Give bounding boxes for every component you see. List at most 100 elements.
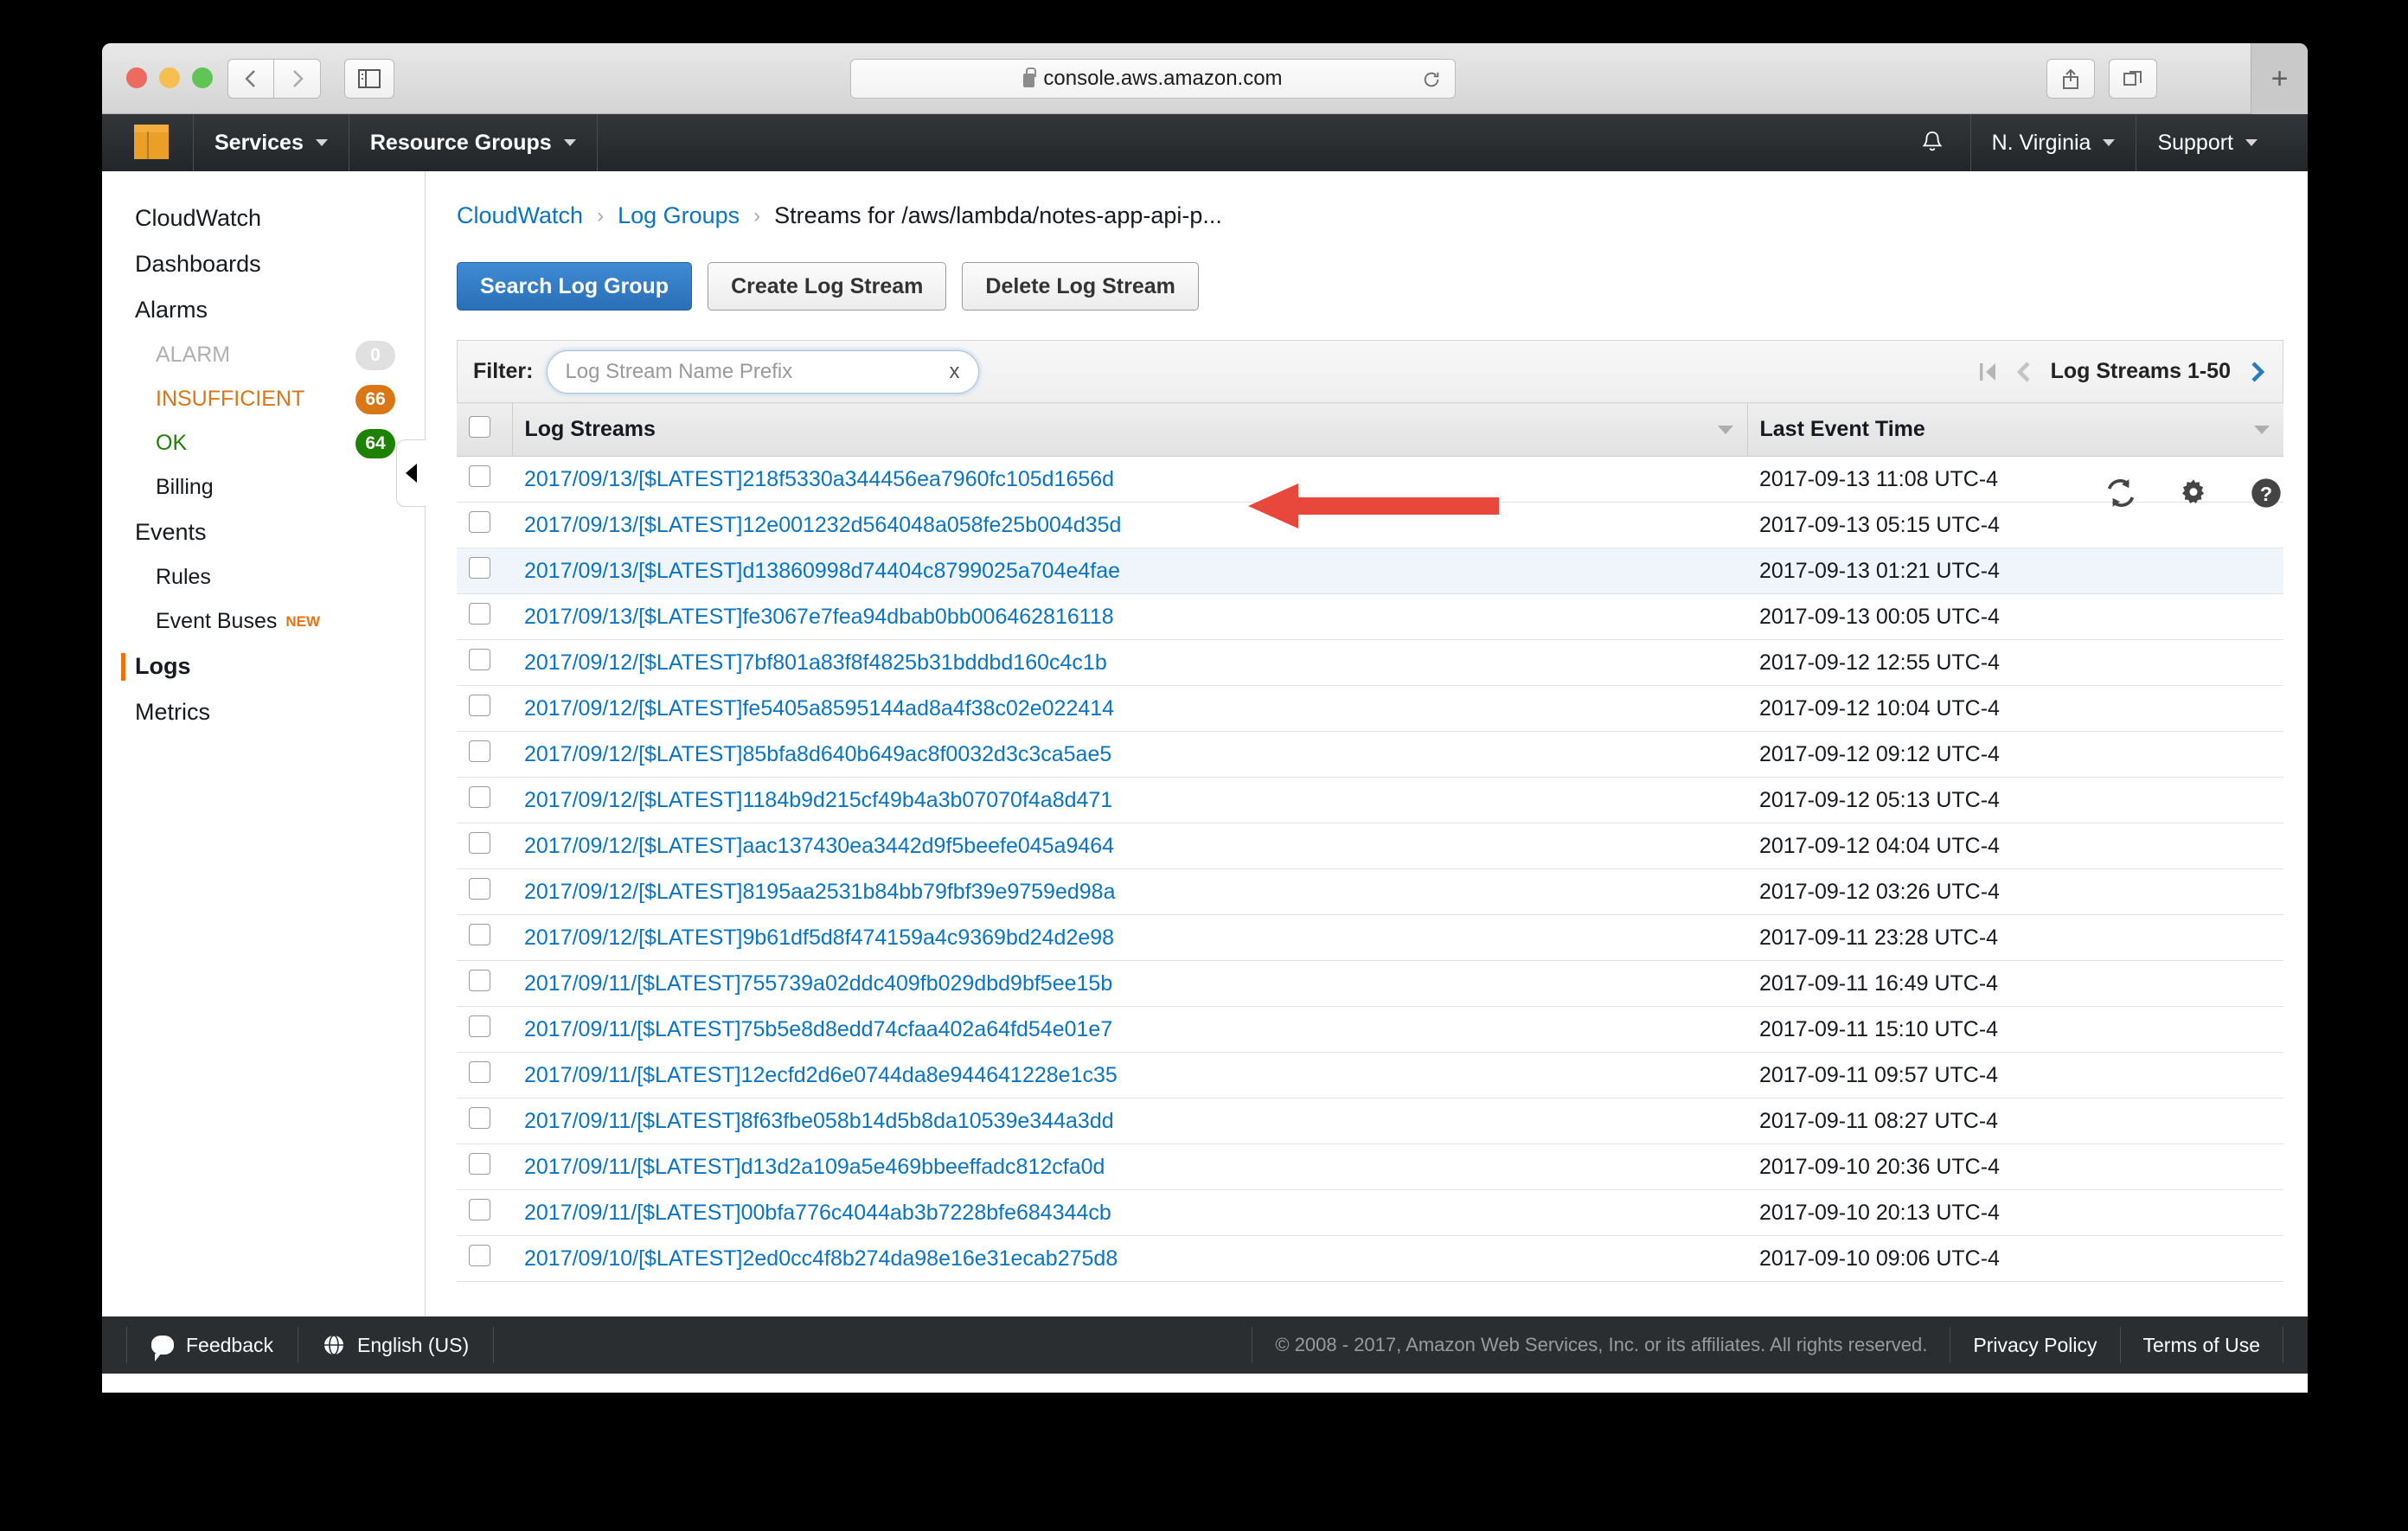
terms-of-use-link[interactable]: Terms of Use [2119, 1327, 2283, 1363]
column-header-last-event-time[interactable]: Last Event Time [1746, 402, 2283, 457]
aws-cube-logo[interactable] [134, 125, 170, 161]
sidebar-item-ok[interactable]: OK 64 [102, 421, 425, 465]
sidebar-item-insufficient[interactable]: INSUFFICIENT 66 [102, 377, 425, 421]
search-log-group-button[interactable]: Search Log Group [457, 262, 693, 311]
log-stream-link[interactable]: 2017/09/13/[$LATEST]fe3067e7fea94dbab0bb… [524, 605, 1114, 629]
sidebar-item-dashboards[interactable]: Dashboards [102, 241, 425, 287]
table-row[interactable]: 2017/09/12/[$LATEST]aac137430ea3442d9f5b… [457, 823, 2283, 869]
log-stream-link[interactable]: 2017/09/12/[$LATEST]1184b9d215cf49b4a3b0… [524, 788, 1112, 812]
sidebar-item-events[interactable]: Events [102, 509, 425, 555]
clear-filter-button[interactable]: x [949, 360, 959, 384]
minimize-window-button[interactable] [159, 67, 180, 88]
row-checkbox[interactable] [469, 1061, 490, 1083]
maximize-window-button[interactable] [192, 67, 213, 88]
sidebar-item-logs[interactable]: Logs [102, 644, 425, 689]
privacy-policy-link[interactable]: Privacy Policy [1950, 1327, 2119, 1363]
log-stream-link[interactable]: 2017/09/12/[$LATEST]fe5405a8595144ad8a4f… [524, 696, 1114, 721]
breadcrumb-item-log-groups[interactable]: Log Groups [618, 202, 740, 229]
log-stream-link[interactable]: 2017/09/13/[$LATEST]218f5330a344456ea796… [524, 467, 1114, 491]
sidebar-item-billing[interactable]: Billing [102, 465, 425, 509]
table-row[interactable]: 2017/09/13/[$LATEST]fe3067e7fea94dbab0bb… [457, 593, 2283, 640]
table-row[interactable]: 2017/09/12/[$LATEST]1184b9d215cf49b4a3b0… [457, 777, 2283, 823]
log-stream-link[interactable]: 2017/09/11/[$LATEST]755739a02ddc409fb029… [524, 971, 1112, 996]
help-icon[interactable]: ? [2249, 476, 2283, 510]
row-checkbox[interactable] [469, 557, 490, 579]
table-row[interactable]: 2017/09/11/[$LATEST]00bfa776c4044ab3b722… [457, 1189, 2283, 1236]
create-log-stream-button[interactable]: Create Log Stream [708, 262, 947, 311]
log-stream-link[interactable]: 2017/09/12/[$LATEST]9b61df5d8f474159a4c9… [524, 926, 1114, 950]
filter-input[interactable]: Log Stream Name Prefix x [547, 349, 980, 394]
first-page-icon[interactable] [1978, 361, 1997, 383]
feedback-button[interactable]: Feedback [126, 1327, 299, 1363]
log-stream-link[interactable]: 2017/09/12/[$LATEST]aac137430ea3442d9f5b… [524, 834, 1114, 858]
log-stream-link[interactable]: 2017/09/11/[$LATEST]12ecfd2d6e0744da8e94… [524, 1063, 1118, 1087]
select-all-checkbox[interactable] [469, 415, 490, 438]
table-row[interactable]: 2017/09/11/[$LATEST]8f63fbe058b14d5b8da1… [457, 1098, 2283, 1144]
row-checkbox[interactable] [469, 1153, 490, 1175]
log-stream-link[interactable]: 2017/09/10/[$LATEST]2ed0cc4f8b274da98e16… [524, 1246, 1118, 1271]
table-row[interactable]: 2017/09/12/[$LATEST]fe5405a8595144ad8a4f… [457, 685, 2283, 732]
table-row[interactable]: 2017/09/12/[$LATEST]85bfa8d640b649ac8f00… [457, 731, 2283, 778]
row-checkbox[interactable] [469, 465, 490, 487]
column-header-log-streams[interactable]: Log Streams [511, 402, 1747, 457]
previous-page-icon[interactable] [2014, 361, 2033, 383]
new-tab-button[interactable]: + [2251, 43, 2308, 115]
reload-icon[interactable] [1422, 70, 1441, 89]
sidebar-item-event-buses[interactable]: Event Buses NEW [102, 599, 425, 644]
sidebar-toggle-button[interactable] [344, 59, 394, 99]
close-window-button[interactable] [126, 67, 147, 88]
table-row[interactable]: 2017/09/12/[$LATEST]9b61df5d8f474159a4c9… [457, 914, 2283, 961]
table-row[interactable]: 2017/09/13/[$LATEST]d13860998d74404c8799… [457, 548, 2283, 594]
log-stream-link[interactable]: 2017/09/11/[$LATEST]8f63fbe058b14d5b8da1… [524, 1109, 1114, 1133]
row-checkbox[interactable] [469, 878, 490, 900]
gear-icon[interactable] [2176, 476, 2211, 510]
table-row[interactable]: 2017/09/11/[$LATEST]755739a02ddc409fb029… [457, 960, 2283, 1007]
row-checkbox[interactable] [469, 649, 490, 670]
row-checkbox[interactable] [469, 1015, 490, 1037]
back-button[interactable] [227, 59, 274, 99]
log-stream-link[interactable]: 2017/09/12/[$LATEST]7bf801a83f8f4825b31b… [524, 650, 1107, 675]
row-checkbox[interactable] [469, 1245, 490, 1266]
sidebar-item-alarm[interactable]: ALARM 0 [102, 333, 425, 377]
sidebar-item-metrics[interactable]: Metrics [102, 689, 425, 735]
table-row[interactable]: 2017/09/10/[$LATEST]2ed0cc4f8b274da98e16… [457, 1235, 2283, 1282]
table-row[interactable]: 2017/09/11/[$LATEST]12ecfd2d6e0744da8e94… [457, 1052, 2283, 1099]
row-checkbox[interactable] [469, 511, 490, 533]
sidebar-item-cloudwatch[interactable]: CloudWatch [102, 195, 425, 241]
row-checkbox[interactable] [469, 1199, 490, 1220]
row-checkbox[interactable] [469, 786, 490, 808]
row-checkbox[interactable] [469, 924, 490, 945]
refresh-icon[interactable] [2104, 476, 2138, 510]
breadcrumb-item-cloudwatch[interactable]: CloudWatch [457, 202, 583, 229]
support-menu[interactable]: Support [2136, 114, 2278, 171]
row-checkbox[interactable] [469, 832, 490, 854]
table-row[interactable]: 2017/09/12/[$LATEST]8195aa2531b84bb79fbf… [457, 868, 2283, 915]
log-stream-link[interactable]: 2017/09/12/[$LATEST]8195aa2531b84bb79fbf… [524, 880, 1115, 904]
services-menu[interactable]: Services [194, 114, 349, 171]
table-row[interactable]: 2017/09/13/[$LATEST]12e001232d564048a058… [457, 502, 2283, 548]
collapse-sidebar-button[interactable] [396, 439, 426, 507]
delete-log-stream-button[interactable]: Delete Log Stream [962, 262, 1199, 311]
log-stream-link[interactable]: 2017/09/11/[$LATEST]d13d2a109a5e469bbeef… [524, 1155, 1105, 1179]
row-checkbox[interactable] [469, 1107, 490, 1129]
address-bar[interactable]: console.aws.amazon.com [850, 59, 1456, 99]
region-menu[interactable]: N. Virginia [1971, 114, 2136, 171]
log-stream-link[interactable]: 2017/09/13/[$LATEST]d13860998d74404c8799… [524, 559, 1120, 583]
log-stream-link[interactable]: 2017/09/13/[$LATEST]12e001232d564048a058… [524, 513, 1121, 537]
log-stream-link[interactable]: 2017/09/11/[$LATEST]00bfa776c4044ab3b722… [524, 1201, 1111, 1225]
show-all-tabs-button[interactable] [2109, 59, 2157, 99]
share-button[interactable] [2046, 59, 2095, 99]
language-button[interactable]: English (US) [298, 1327, 495, 1363]
next-page-icon[interactable] [2248, 361, 2267, 383]
log-stream-link[interactable]: 2017/09/12/[$LATEST]85bfa8d640b649ac8f00… [524, 742, 1111, 766]
table-row[interactable]: 2017/09/12/[$LATEST]7bf801a83f8f4825b31b… [457, 639, 2283, 686]
row-checkbox[interactable] [469, 695, 490, 716]
forward-button[interactable] [274, 59, 321, 99]
resource-groups-menu[interactable]: Resource Groups [349, 114, 597, 171]
notifications-button[interactable] [1920, 130, 1944, 156]
log-stream-link[interactable]: 2017/09/11/[$LATEST]75b5e8d8edd74cfaa402… [524, 1017, 1112, 1041]
table-row[interactable]: 2017/09/13/[$LATEST]218f5330a344456ea796… [457, 456, 2283, 503]
sidebar-item-alarms[interactable]: Alarms [102, 287, 425, 333]
row-checkbox[interactable] [469, 740, 490, 762]
row-checkbox[interactable] [469, 603, 490, 625]
